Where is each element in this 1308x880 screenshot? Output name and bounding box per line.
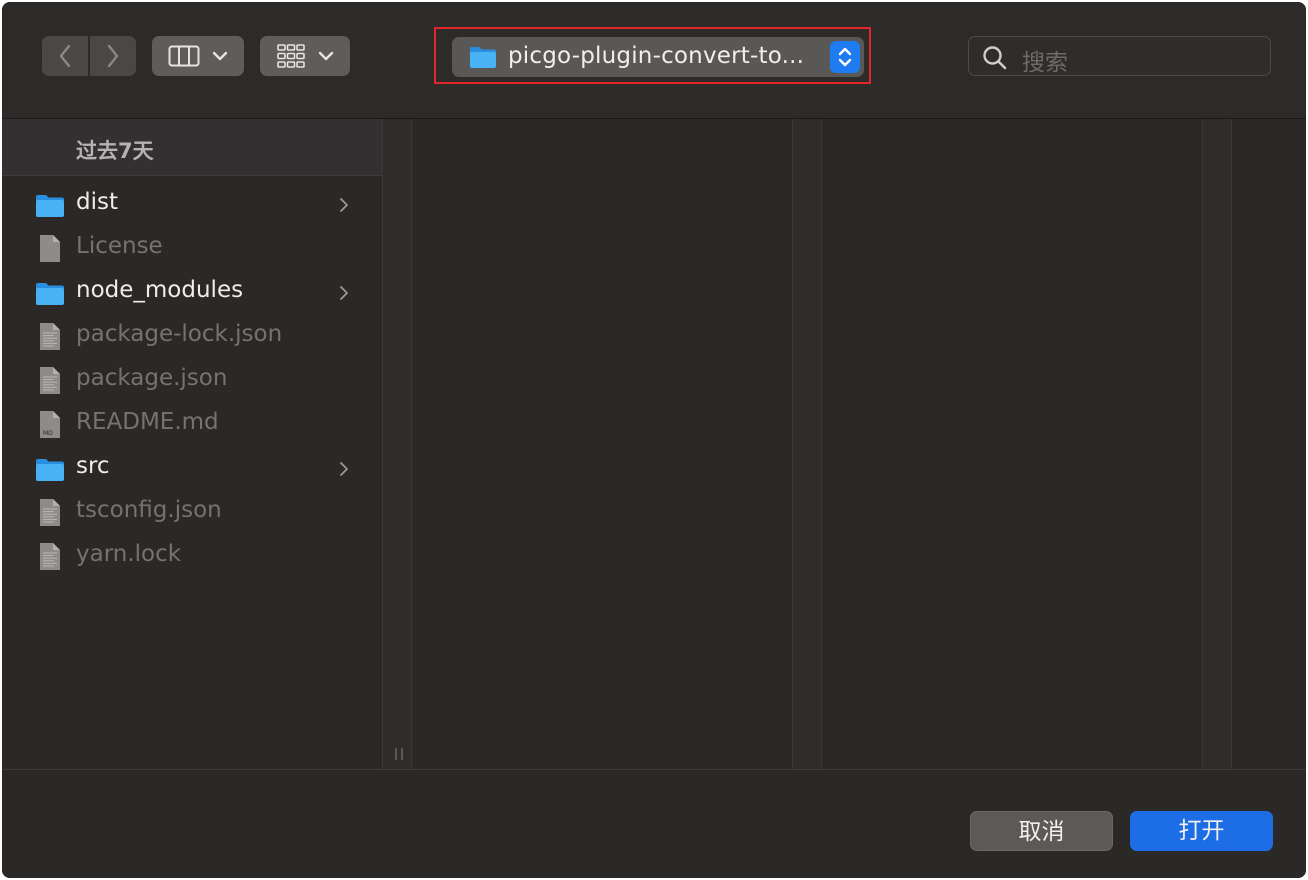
group-mode-button[interactable]: [260, 36, 350, 76]
view-mode-button[interactable]: [152, 36, 244, 76]
path-current-folder: picgo-plugin-convert-to...: [508, 43, 805, 69]
file-row: MD README.md: [2, 403, 382, 447]
cancel-button[interactable]: 取消: [970, 811, 1113, 851]
chevron-left-icon: [59, 44, 71, 68]
search-placeholder: 搜索: [1022, 50, 1068, 76]
folder-icon: [34, 279, 66, 311]
file-row: yarn.lock: [2, 535, 382, 579]
file-row: package.json: [2, 359, 382, 403]
folder-row[interactable]: src: [2, 447, 382, 491]
third-column: [822, 119, 1202, 769]
document-icon: MD: [36, 409, 64, 445]
file-row: tsconfig.json: [2, 491, 382, 535]
chevron-right-icon: [107, 44, 119, 68]
dialog-footer: 取消 打开: [2, 769, 1306, 878]
columns-view-icon: [168, 45, 200, 67]
column-divider: [382, 119, 412, 769]
item-label: License: [76, 233, 163, 259]
document-icon: [36, 365, 64, 401]
folder-row[interactable]: node_modules: [2, 271, 382, 315]
document-icon: [36, 541, 64, 577]
column-divider: [792, 119, 822, 769]
first-column: 过去7天 dist License node_modules package-lock…: [2, 119, 382, 769]
chevron-right-icon: [338, 195, 350, 215]
document-icon: [36, 233, 64, 269]
chevron-right-icon: [338, 459, 350, 479]
column-resize-handle[interactable]: [392, 747, 406, 761]
folder-icon: [34, 191, 66, 223]
folder-icon: [34, 455, 66, 487]
group-header: 过去7天: [2, 119, 382, 176]
file-row: License: [2, 227, 382, 271]
item-label: package.json: [76, 365, 228, 391]
toolbar: picgo-plugin-convert-to... 搜索: [2, 2, 1306, 119]
item-label: dist: [76, 189, 118, 215]
up-down-chevron-icon: [838, 47, 852, 67]
svg-text:MD: MD: [43, 430, 53, 437]
item-label: node_modules: [76, 277, 244, 303]
item-label: README.md: [76, 409, 219, 435]
open-button[interactable]: 打开: [1130, 811, 1273, 851]
item-label: src: [76, 453, 110, 479]
search-icon: [983, 46, 1007, 70]
second-column: [412, 119, 792, 769]
search-field[interactable]: 搜索: [968, 36, 1271, 76]
grid-group-icon: [277, 44, 305, 68]
document-icon: [36, 321, 64, 357]
file-open-dialog: picgo-plugin-convert-to... 搜索 过去7天 dist L…: [2, 2, 1306, 878]
back-button[interactable]: [42, 36, 88, 76]
file-row: package-lock.json: [2, 315, 382, 359]
path-popup-button[interactable]: picgo-plugin-convert-to...: [452, 37, 864, 77]
chevron-right-icon: [338, 283, 350, 303]
item-label: yarn.lock: [76, 541, 182, 567]
chevron-down-icon: [212, 51, 228, 61]
item-label: package-lock.json: [76, 321, 283, 347]
group-title: 过去7天: [76, 139, 154, 163]
column-divider: [1202, 119, 1232, 769]
item-label: tsconfig.json: [76, 497, 222, 523]
path-stepper[interactable]: [830, 41, 860, 73]
folder-icon: [470, 47, 496, 68]
forward-button[interactable]: [90, 36, 136, 76]
chevron-down-icon: [318, 51, 334, 61]
folder-row[interactable]: dist: [2, 183, 382, 227]
column-browser: 过去7天 dist License node_modules package-lock…: [2, 119, 1306, 769]
document-icon: [36, 497, 64, 533]
